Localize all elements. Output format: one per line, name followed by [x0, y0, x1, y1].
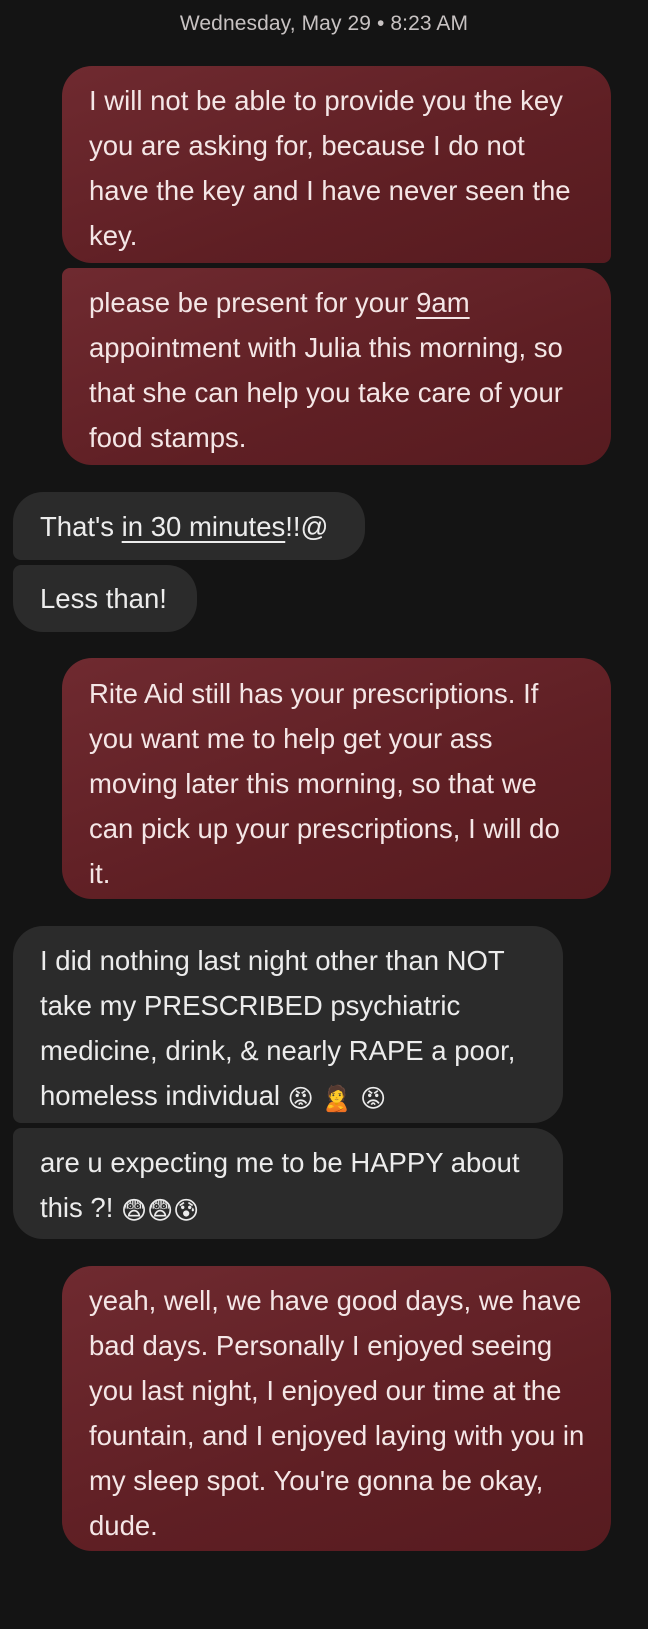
outgoing-message-bubble[interactable]: please be present for your 9am appointme… — [62, 268, 611, 465]
message-text: yeah, well, we have good days, we have b… — [89, 1285, 585, 1541]
message-text: I did nothing last night other than NOT … — [40, 945, 516, 1111]
anxious-face-emoji: 😰 — [173, 1196, 200, 1225]
message-text — [314, 1080, 322, 1111]
person-pouting-emoji: 🙎 — [321, 1084, 353, 1113]
message-text: please be present for your — [89, 287, 417, 318]
message-text: appointment with Julia this morning, so … — [89, 332, 563, 453]
message-text: are u expecting me to be HAPPY about thi… — [40, 1147, 520, 1223]
message-link[interactable]: 9am — [416, 287, 470, 318]
message-text: Less than! — [40, 583, 167, 614]
angry-face-emoji: 😡 — [360, 1084, 387, 1113]
incoming-message-bubble[interactable]: Less than! — [13, 565, 197, 632]
message-text — [352, 1080, 360, 1111]
fearful-face-emoji: 😨 — [147, 1196, 174, 1225]
outgoing-message-bubble[interactable]: Rite Aid still has your prescriptions. I… — [62, 658, 611, 899]
message-text: That's — [40, 511, 122, 542]
incoming-message-bubble[interactable]: That's in 30 minutes!!@ — [13, 492, 365, 560]
fearful-face-emoji: 😨 — [121, 1196, 148, 1225]
incoming-message-bubble[interactable]: I did nothing last night other than NOT … — [13, 926, 563, 1123]
outgoing-message-bubble[interactable]: I will not be able to provide you the ke… — [62, 66, 611, 263]
outgoing-message-bubble[interactable]: yeah, well, we have good days, we have b… — [62, 1266, 611, 1551]
conversation-timestamp: Wednesday, May 29 • 8:23 AM — [179, 12, 469, 35]
angry-face-emoji: 😡 — [287, 1084, 314, 1113]
incoming-message-bubble[interactable]: are u expecting me to be HAPPY about thi… — [13, 1128, 563, 1239]
message-text: I will not be able to provide you the ke… — [89, 85, 571, 251]
message-link[interactable]: in 30 minutes — [122, 511, 286, 542]
message-text: Rite Aid still has your prescriptions. I… — [89, 678, 560, 889]
message-text: !!@ — [285, 511, 329, 542]
